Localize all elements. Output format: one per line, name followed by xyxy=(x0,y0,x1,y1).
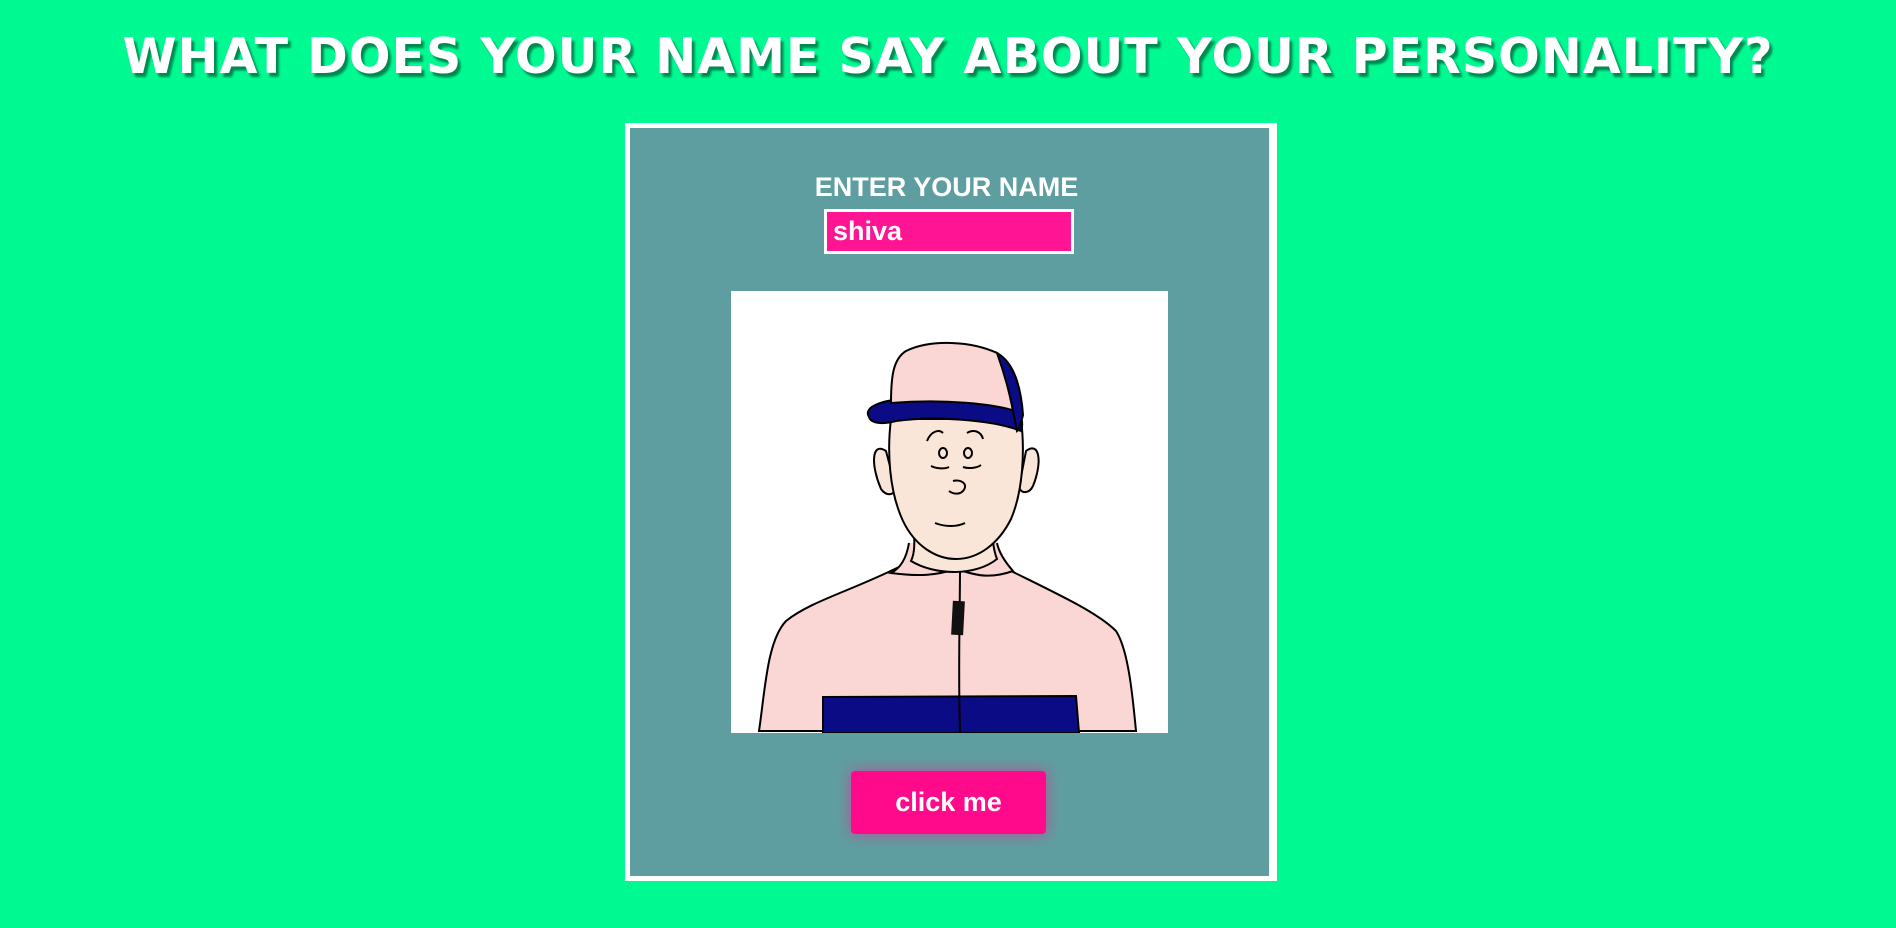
card-panel: ENTER YOUR NAME shiva click me xyxy=(630,128,1269,876)
avatar-image xyxy=(731,291,1168,733)
click-me-button[interactable]: click me xyxy=(851,771,1046,834)
name-input[interactable] xyxy=(824,209,1074,254)
person-avatar-icon xyxy=(757,342,1138,733)
name-form-card: ENTER YOUR NAME shiva click me xyxy=(625,123,1277,881)
page-title: WHAT DOES YOUR NAME SAY ABOUT YOUR PERSO… xyxy=(122,28,1774,85)
enter-name-label: ENTER YOUR NAME xyxy=(814,172,1079,202)
